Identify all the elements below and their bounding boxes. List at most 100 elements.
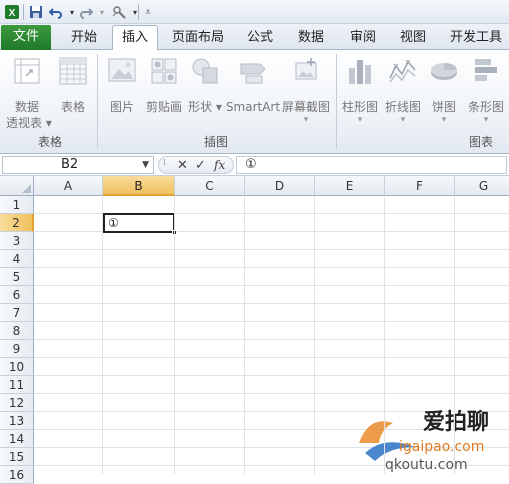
quick-access-toolbar: X ▾ ▾ ▾ ⩡ (0, 0, 509, 24)
insert-function-icon[interactable]: fx (214, 158, 225, 172)
column-gridline (384, 196, 385, 474)
redo-dropdown-icon[interactable]: ▾ (93, 3, 111, 21)
splitter-icon[interactable]: ⁞ (163, 158, 166, 168)
column-header-b[interactable]: B (103, 176, 175, 196)
pie-chart-button[interactable]: 饼图 ▾ (426, 56, 462, 125)
smartart-label: SmartArt (225, 100, 281, 114)
row-header-6[interactable]: 6 (0, 286, 34, 304)
tab-home[interactable]: 开始 (58, 26, 110, 50)
watermark-url-2: qkoutu.com (385, 457, 468, 473)
cancel-icon[interactable]: ✕ (177, 158, 188, 173)
table-button[interactable]: 表格 (54, 56, 92, 115)
row-header-4[interactable]: 4 (0, 250, 34, 268)
customize-qat-icon[interactable]: ⩡ (139, 3, 157, 21)
pivot-table-label-2: 透视表 ▾ (6, 116, 52, 130)
shapes-icon (192, 58, 218, 84)
select-all-button[interactable] (0, 176, 34, 196)
bar-chart-label: 条形图 (467, 100, 504, 114)
formula-bar: B2 ▼ ⁞ ✕ ✓ fx ① (0, 154, 509, 176)
tab-view[interactable]: 视图 (390, 26, 436, 50)
row-header-10[interactable]: 10 (0, 358, 34, 376)
screenshot-dropdown-icon[interactable]: ▾ (281, 115, 331, 125)
tab-insert[interactable]: 插入 (112, 25, 158, 50)
bar-chart-dropdown-icon[interactable]: ▾ (465, 115, 507, 125)
pivot-table-label: 数据 (14, 100, 39, 114)
tab-file[interactable]: 文件 (1, 25, 51, 50)
pivot-table-button[interactable]: 数据 透视表 ▾ (6, 56, 52, 131)
clipart-button[interactable]: 剪贴画 (143, 56, 185, 115)
tab-review[interactable]: 审阅 (340, 26, 386, 50)
line-chart-label: 折线图 (384, 100, 421, 114)
column-header-c[interactable]: C (175, 176, 245, 196)
row-header-12[interactable]: 12 (0, 394, 34, 412)
tab-developer[interactable]: 开发工具 (444, 26, 508, 50)
column-gridline (454, 196, 455, 474)
row-header-15[interactable]: 15 (0, 448, 34, 466)
tab-page-layout[interactable]: 页面布局 (163, 26, 233, 50)
column-gridline (314, 196, 315, 474)
tab-formulas[interactable]: 公式 (237, 26, 283, 50)
picture-label: 图片 (109, 100, 134, 114)
row-header-14[interactable]: 14 (0, 430, 34, 448)
column-header-d[interactable]: D (245, 176, 315, 196)
row-header-3[interactable]: 3 (0, 232, 34, 250)
line-chart-dropdown-icon[interactable]: ▾ (383, 115, 423, 125)
bar-chart-icon (475, 59, 497, 81)
watermark-logo: 爱拍聊 igaipao.com qkoutu.com (345, 395, 509, 474)
pivot-table-icon (14, 58, 40, 84)
group-label-charts: 图表 (468, 135, 493, 149)
picture-button[interactable]: 图片 (103, 56, 141, 115)
pie-chart-dropdown-icon[interactable]: ▾ (426, 115, 462, 125)
group-label-illustrations: 插图 (203, 135, 228, 149)
row-header-16[interactable]: 16 (0, 466, 34, 484)
column-gridline (102, 196, 103, 474)
active-cell-b2[interactable]: ① (103, 213, 177, 235)
watermark-title: 爱拍聊 (423, 409, 489, 435)
name-box[interactable]: B2 ▼ (2, 156, 154, 174)
pie-chart-label: 饼图 (431, 100, 456, 114)
watermark-url: igaipao.com (399, 439, 484, 455)
column-gridline (244, 196, 245, 474)
shapes-label: 形状 ▾ (188, 100, 222, 114)
tab-data[interactable]: 数据 (288, 26, 334, 50)
line-chart-button[interactable]: 折线图 ▾ (383, 56, 423, 125)
enter-check-icon[interactable]: ✓ (195, 158, 206, 173)
smartart-button[interactable]: SmartArt (225, 56, 281, 115)
column-header-g[interactable]: G (455, 176, 509, 196)
row-header-7[interactable]: 7 (0, 304, 34, 322)
active-cell-value: ① (108, 216, 119, 230)
screenshot-icon (295, 58, 317, 80)
row-header-5[interactable]: 5 (0, 268, 34, 286)
column-header-e[interactable]: E (315, 176, 385, 196)
column-chart-dropdown-icon[interactable]: ▾ (340, 115, 380, 125)
table-icon (59, 57, 87, 85)
column-gridline (174, 196, 175, 474)
svg-text:X: X (9, 8, 16, 19)
screenshot-button[interactable]: 屏幕截图 ▾ (281, 56, 331, 125)
name-box-dropdown-icon[interactable]: ▼ (142, 157, 149, 173)
line-chart-icon (389, 59, 416, 83)
row-header-13[interactable]: 13 (0, 412, 34, 430)
pie-chart-icon (431, 63, 457, 80)
column-header-a[interactable]: A (34, 176, 103, 196)
row-header-8[interactable]: 8 (0, 322, 34, 340)
excel-logo-icon[interactable]: X (3, 3, 21, 21)
row-header-2[interactable]: 2 (0, 214, 34, 232)
row-header-1[interactable]: 1 (0, 196, 34, 214)
screenshot-label: 屏幕截图 (281, 100, 330, 114)
formula-input-value: ① (245, 157, 257, 172)
ribbon-tab-bar: 文件 开始 插入 页面布局 公式 数据 审阅 视图 开发工具 (0, 24, 509, 50)
column-chart-label: 柱形图 (341, 100, 378, 114)
formula-input[interactable]: ① (236, 156, 507, 174)
column-header-f[interactable]: F (385, 176, 455, 196)
row-header-11[interactable]: 11 (0, 376, 34, 394)
picture-icon (108, 58, 136, 82)
shapes-button[interactable]: 形状 ▾ (187, 56, 223, 115)
table-label: 表格 (60, 100, 85, 114)
column-chart-button[interactable]: 柱形图 ▾ (340, 56, 380, 125)
row-header-9[interactable]: 9 (0, 340, 34, 358)
save-icon[interactable] (27, 3, 45, 21)
formula-controls: ⁞ ✕ ✓ fx (158, 156, 234, 174)
clipart-label: 剪贴画 (145, 100, 182, 114)
bar-chart-button[interactable]: 条形图 ▾ (465, 56, 507, 125)
